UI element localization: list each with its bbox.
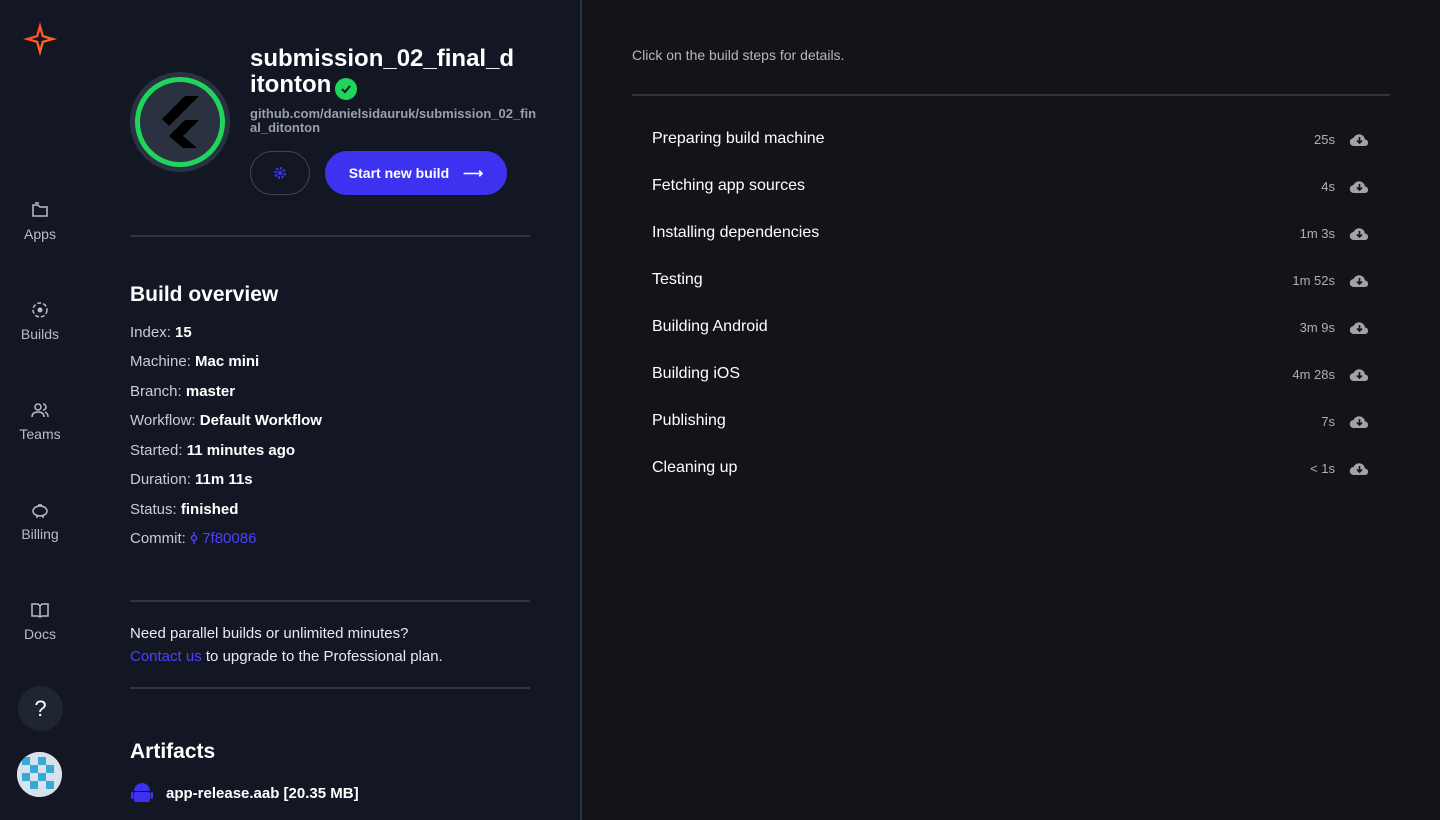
divider — [130, 687, 530, 689]
build-steps-hint: Click on the build steps for details. — [632, 47, 845, 63]
cloud-download-icon[interactable] — [1349, 131, 1370, 147]
divider — [130, 235, 530, 237]
arrow-right-icon: ⟶ — [463, 164, 484, 181]
codemagic-logo-icon[interactable] — [21, 20, 59, 58]
nav-item-billing[interactable]: Billing — [0, 500, 80, 544]
step-duration: 25s — [1314, 131, 1335, 147]
nav-item-docs[interactable]: Docs — [0, 600, 80, 644]
avatar-pattern-icon — [17, 752, 62, 797]
overview-status: Status: finished — [130, 501, 239, 518]
app-title: submission_02_final_ditonton — [250, 45, 515, 100]
build-overview-title: Build overview — [130, 283, 279, 306]
start-new-build-button[interactable]: Start new build ⟶ — [325, 151, 507, 195]
builds-icon — [32, 302, 48, 318]
promo-text: Need parallel builds or unlimited minute… — [130, 625, 409, 642]
success-check-icon — [335, 78, 358, 100]
step-name: Building Android — [652, 318, 768, 335]
nav-label: Builds — [20, 326, 60, 342]
user-avatar[interactable] — [17, 752, 62, 797]
step-name: Cleaning up — [652, 459, 738, 476]
build-step[interactable]: Building iOS 4m 28s — [652, 360, 1370, 388]
start-build-label: Start new build — [348, 165, 450, 181]
promo-text-end: to upgrade to the Professional plan. — [201, 648, 443, 665]
step-duration: 4s — [1321, 178, 1335, 194]
cloud-download-icon[interactable] — [1349, 460, 1370, 476]
commit-link[interactable]: 7f80086 — [190, 530, 256, 547]
step-name: Testing — [652, 271, 703, 288]
nav-label: Billing — [21, 526, 59, 542]
nav-item-builds[interactable]: Builds — [0, 300, 80, 344]
sidebar-nav: Apps Builds Teams Billing Docs ? — [0, 0, 80, 820]
cloud-download-icon[interactable] — [1349, 178, 1370, 194]
overview-workflow: Workflow: Default Workflow — [130, 412, 322, 429]
repository-link[interactable]: github.com/danielsidauruk/submission_02_… — [250, 107, 540, 135]
build-details-panel: submission_02_final_ditonton github.com/… — [80, 0, 580, 820]
upgrade-promo: Need parallel builds or unlimited minute… — [130, 622, 530, 668]
step-name: Preparing build machine — [652, 130, 825, 147]
nav-label: Teams — [19, 426, 61, 442]
cloud-download-icon[interactable] — [1349, 272, 1370, 288]
build-step[interactable]: Building Android 3m 9s — [652, 313, 1370, 341]
nav-label: Apps — [24, 226, 56, 242]
build-step[interactable]: Installing dependencies 1m 3s — [652, 219, 1370, 247]
android-icon — [131, 783, 153, 802]
step-duration: 4m 28s — [1292, 366, 1335, 382]
piggy-bank-icon — [32, 504, 48, 518]
cloud-download-icon[interactable] — [1349, 225, 1370, 241]
divider — [632, 94, 1390, 96]
overview-machine: Machine: Mac mini — [130, 353, 260, 370]
cloud-download-icon[interactable] — [1349, 413, 1370, 429]
help-icon: ? — [34, 695, 47, 721]
users-icon — [31, 403, 49, 418]
artifact-item[interactable]: app-release.aab [20.35 MB] — [130, 781, 359, 805]
folder-icon — [32, 202, 48, 217]
flutter-icon — [162, 96, 199, 148]
divider — [130, 600, 530, 602]
step-duration: 3m 9s — [1299, 319, 1335, 335]
step-name: Installing dependencies — [652, 224, 820, 241]
step-duration: < 1s — [1310, 460, 1335, 476]
overview-duration: Duration: 11m 11s — [130, 471, 253, 488]
build-step[interactable]: Preparing build machine 25s — [652, 125, 1370, 153]
step-duration: 1m 3s — [1299, 225, 1335, 241]
step-name: Publishing — [652, 412, 726, 429]
build-step[interactable]: Publishing 7s — [652, 407, 1370, 435]
panel-divider — [580, 0, 582, 820]
contact-us-link[interactable]: Contact us — [130, 648, 202, 665]
app-icon — [130, 72, 230, 172]
nav-label: Docs — [24, 626, 56, 642]
nav-item-apps[interactable]: Apps — [0, 200, 80, 244]
overview-index: Index: 15 — [130, 324, 192, 341]
nav-item-teams[interactable]: Teams — [0, 400, 80, 444]
step-duration: 7s — [1321, 413, 1335, 429]
artifact-name[interactable]: app-release.aab [20.35 MB] — [166, 785, 359, 802]
help-button[interactable]: ? — [18, 686, 63, 731]
step-duration: 1m 52s — [1292, 272, 1335, 288]
cloud-download-icon[interactable] — [1349, 366, 1370, 382]
build-step[interactable]: Cleaning up < 1s — [652, 454, 1370, 482]
build-step[interactable]: Testing 1m 52s — [652, 266, 1370, 294]
overview-commit: Commit: 7f80086 — [130, 530, 257, 547]
gear-icon — [274, 167, 286, 179]
step-name: Building iOS — [652, 365, 741, 382]
artifacts-title: Artifacts — [130, 740, 216, 763]
commit-icon — [190, 532, 198, 544]
settings-button[interactable] — [250, 151, 310, 195]
step-name: Fetching app sources — [652, 177, 805, 194]
overview-started: Started: 11 minutes ago — [130, 442, 296, 459]
book-icon — [31, 603, 49, 618]
overview-branch: Branch: master — [130, 383, 236, 400]
build-step[interactable]: Fetching app sources 4s — [652, 172, 1370, 200]
cloud-download-icon[interactable] — [1349, 319, 1370, 335]
